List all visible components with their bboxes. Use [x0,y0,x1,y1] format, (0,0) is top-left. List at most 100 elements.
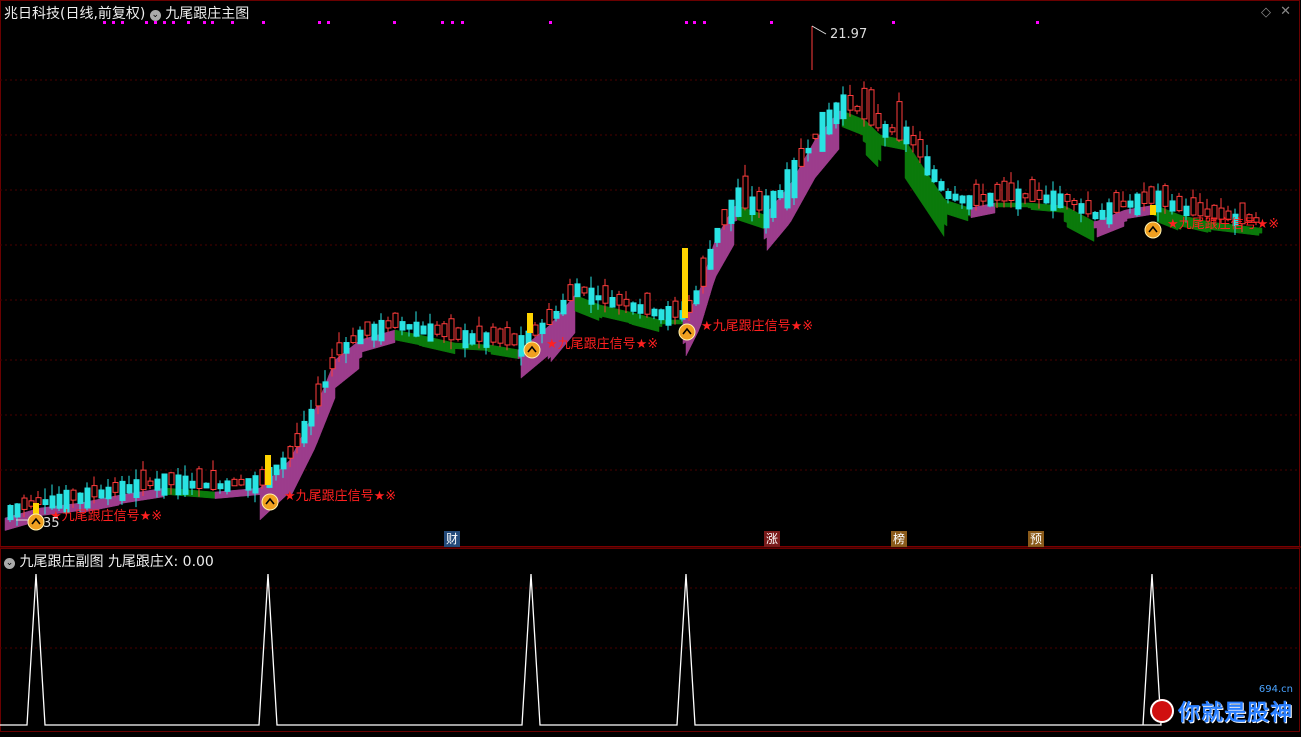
ribbon-segment [745,208,750,225]
candle-body [770,190,777,218]
ribbon-segment [865,120,870,159]
candle-body [294,433,301,448]
event-badge-bang[interactable]: 榜 [891,531,908,547]
marker-dot [451,21,454,24]
candle-body [798,148,805,167]
ribbon-segment [436,338,441,351]
sub-indicator-title[interactable]: 九尾跟庄副图 [19,554,103,570]
event-badge-zhang[interactable]: 涨 [764,531,781,547]
candle-body [840,94,847,120]
candle-body [1176,195,1183,212]
candle-body [812,133,819,139]
candle-body [672,300,679,318]
candle-body [1120,200,1127,208]
candle-body [476,325,483,342]
ribbon-segment [640,314,645,329]
candle-body [371,323,378,341]
candle-body [847,94,854,111]
candle-body [707,248,714,270]
sub-chart-panel[interactable]: ⌄ 九尾跟庄副图 九尾跟庄X: 0.00 [0,548,1301,733]
ribbon-segment [397,330,402,342]
main-chart-svg[interactable]: ★九尾跟庄信号★※ ★九尾跟庄信号★※ ★九尾跟庄信号★※ ★九尾跟庄信号★※ ★九尾跟… [0,0,1301,548]
candle-body [980,193,987,202]
ribbon-segment [241,489,246,497]
candle-body [196,468,203,489]
candle-body [49,495,56,509]
ribbon-segment [976,205,981,217]
ribbon-segment [613,307,618,321]
candle-body [70,489,77,501]
candle-body [588,287,595,305]
candle-body [315,383,322,407]
event-badge-cai[interactable]: 财 [444,531,461,547]
ribbon-segment [874,129,879,168]
candle-body [427,323,434,342]
candle-body [700,257,707,287]
close-icon[interactable]: ✕ [1280,4,1291,19]
ribbon-segment [628,311,633,325]
candle-body [742,175,749,209]
candle-body [357,329,364,345]
candle-body [875,113,882,129]
ribbon-segment [937,188,942,233]
low-price-label: 35 [43,516,60,531]
candle-body [336,342,343,356]
candle-body [756,191,763,211]
diamond-icon[interactable]: ◇ [1261,5,1271,20]
ribbon-segment [1099,218,1104,237]
main-chart-panel[interactable]: ★九尾跟庄信号★※ ★九尾跟庄信号★※ ★九尾跟庄信号★※ ★九尾跟庄信号★※ ★九尾跟… [0,0,1301,548]
ribbon-segment [445,340,450,353]
ribbon-segment [211,491,216,499]
ribbon-segment [910,148,915,193]
candle-body [420,325,427,335]
marker-dot [318,21,321,24]
candle-body [952,193,959,201]
candle-body [364,321,371,336]
candle-body [644,292,651,315]
candle-body [322,381,329,388]
event-badge-yu[interactable]: 预 [1028,531,1045,547]
ribbon-segment [877,132,882,162]
marker-dot [685,21,688,24]
candle-body [658,309,665,321]
candle-body [1141,191,1148,204]
ribbon-segment [409,332,414,344]
sub-frame [0,548,1300,732]
ribbon-segment [571,294,576,338]
ribbon-segment [364,337,369,352]
candle-body [553,310,560,319]
signal-label: ★九尾跟庄信号★※ [701,318,813,334]
ribbon-segment [238,489,243,497]
ribbon-segment [421,335,426,348]
candle-body [56,493,63,509]
ribbon-segment [220,490,225,499]
indicator-title[interactable]: 九尾跟庄主图 [165,6,249,22]
main-header: 兆日科技(日线,前复权) ⌄ 九尾跟庄主图 [4,3,249,23]
candle-body [252,475,259,494]
sub-chart-svg[interactable] [0,548,1301,733]
ribbon-segment [232,489,237,498]
candle-body [938,181,945,191]
candle-body [1134,193,1141,216]
candle-body [1029,179,1036,202]
ribbon-segment [355,340,360,372]
candle-body [217,483,224,490]
signal-bar [682,248,688,318]
candle-body [546,308,553,326]
ribbon-segment [979,205,984,217]
ribbon-segment [649,317,654,331]
ribbon-segment [403,331,408,343]
candle-body [511,333,518,346]
ribbon-segment [1039,203,1044,211]
candle-body [168,472,175,486]
ribbon-segment [598,304,603,319]
chevron-down-icon[interactable]: ⌄ [149,10,161,21]
ribbon-segment [1006,202,1011,208]
ribbon-segment [676,319,681,325]
chevron-down-icon[interactable]: ⌄ [4,558,15,569]
candle-body [959,195,966,204]
ribbon-segment [97,498,102,510]
ribbon-segment [886,136,891,148]
ribbon-segment [1144,205,1149,216]
candle-body [1022,193,1029,199]
